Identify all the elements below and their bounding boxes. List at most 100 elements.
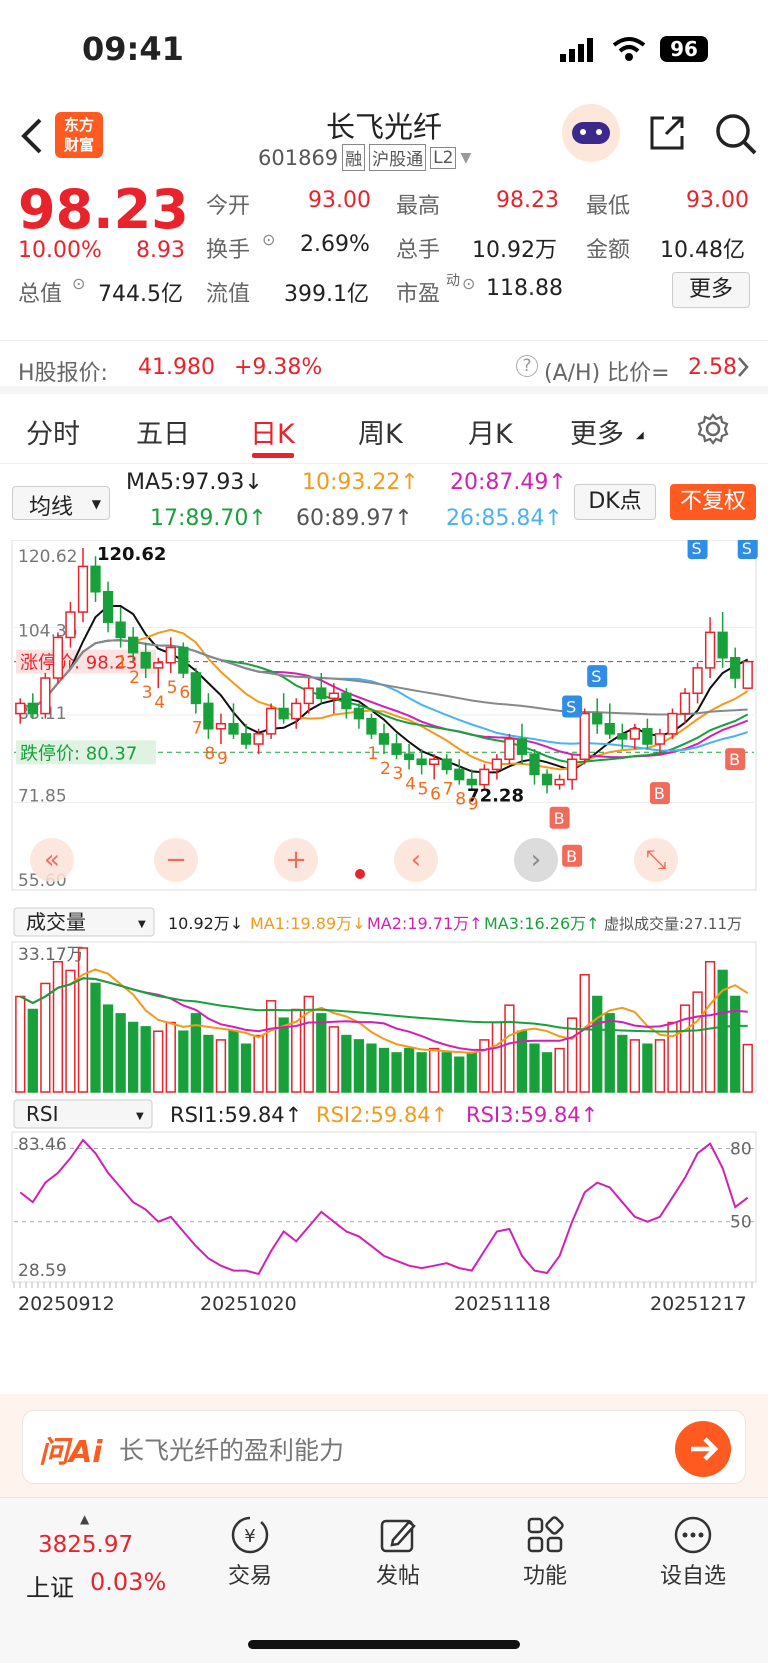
volume-bar xyxy=(429,1047,440,1093)
ai-robot-avatar[interactable] xyxy=(562,104,620,162)
rsi-bottom-label: 28.59 xyxy=(18,1261,67,1281)
info-icon[interactable]: ⊙ xyxy=(262,230,275,249)
float-label: 流值 xyxy=(206,282,251,307)
open-value: 93.00 xyxy=(308,188,371,213)
td-count: 1 xyxy=(367,744,378,764)
candle xyxy=(403,753,415,760)
chart-area[interactable]: 120.62104.3688.1171.8555.60涨停价: 98.23跌停价… xyxy=(0,540,768,1500)
tab-more[interactable]: 更多 xyxy=(570,412,624,451)
limit-down-label: 跌停价: 80.37 xyxy=(20,743,137,764)
buy-marker-label: B xyxy=(554,809,565,828)
candle xyxy=(366,717,377,735)
h-share-price: 41.980 xyxy=(138,355,215,380)
dk-point-button[interactable]: DK点 xyxy=(574,484,656,520)
more-button[interactable]: 更多 xyxy=(672,272,750,308)
h-share-pct: +9.38% xyxy=(234,355,323,380)
candle xyxy=(479,768,490,786)
candle xyxy=(667,712,678,735)
tab-watchlist[interactable]: 设自选 xyxy=(638,1512,748,1590)
ma-legend: 均线 ▼ MA5:97.93↓ 10:93.22↑ 20:87.49↑ 17:8… xyxy=(0,466,768,538)
ah-label: (A/H) 比价= xyxy=(544,361,670,386)
candle xyxy=(704,631,716,669)
ai-send-button[interactable] xyxy=(675,1421,731,1477)
candle xyxy=(228,722,239,735)
dropdown-icon: ▼ xyxy=(136,1111,144,1122)
volume-bar xyxy=(604,1013,615,1093)
candle xyxy=(491,758,503,771)
volume-bar xyxy=(165,1021,176,1093)
adjust-button[interactable]: 不复权 xyxy=(670,484,756,520)
td-count: 5 xyxy=(418,779,429,799)
td-count: 2 xyxy=(380,759,391,779)
candle xyxy=(378,733,390,745)
settings-gear-icon[interactable] xyxy=(696,412,730,450)
td-count: 4 xyxy=(405,774,416,794)
grid-icon xyxy=(490,1512,600,1558)
tab-daily-k[interactable]: 日K xyxy=(250,412,295,451)
tab-5day[interactable]: 五日 xyxy=(136,412,190,451)
help-icon[interactable]: ? xyxy=(516,355,538,377)
tab-post[interactable]: 发帖 xyxy=(343,1512,453,1590)
volume-bar xyxy=(454,1056,465,1093)
vol-ma3: MA3:16.26万↑ xyxy=(484,914,600,933)
td-count: 3 xyxy=(142,683,153,703)
candle xyxy=(717,631,728,659)
td-count: 6 xyxy=(179,683,190,703)
candle xyxy=(466,778,477,786)
volume-bar xyxy=(128,1021,139,1093)
candle xyxy=(278,707,289,720)
td-count: 4 xyxy=(154,693,165,713)
home-indicator xyxy=(248,1640,520,1649)
candle xyxy=(328,692,339,700)
volume-bar xyxy=(403,1047,415,1093)
volume-bar xyxy=(667,1021,678,1093)
candle xyxy=(316,687,327,700)
tab-monthly-k[interactable]: 月K xyxy=(468,412,513,451)
pe-sup: 动 xyxy=(446,273,460,289)
candle xyxy=(65,611,76,639)
info-icon[interactable]: ⊙ xyxy=(72,274,85,293)
info-icon[interactable]: ⊙ xyxy=(462,274,475,293)
search-icon[interactable] xyxy=(714,112,758,160)
volume-bar xyxy=(203,1034,214,1093)
volume-bar xyxy=(65,969,76,1093)
volume-bar xyxy=(491,1021,503,1093)
tab-intraday[interactable]: 分时 xyxy=(26,412,80,451)
volume-bar xyxy=(115,1013,126,1093)
candle xyxy=(52,636,64,679)
peak-label: 120.62 xyxy=(97,544,166,565)
volume-select-label: 成交量 xyxy=(26,910,86,934)
pe-label: 市盈 xyxy=(396,282,441,307)
nav-header: 东方 财富 长飞光纤 601869 融 沪股通 L2 ▼ xyxy=(0,100,768,180)
tab-functions[interactable]: 功能 xyxy=(490,1512,600,1590)
signal-icon xyxy=(560,38,594,66)
candle xyxy=(40,677,51,715)
dropdown-icon[interactable]: ▼ xyxy=(460,150,471,166)
rsi2-value: RSI2:59.84↑ xyxy=(316,1103,448,1127)
pe-value: 118.88 xyxy=(486,276,563,301)
candle xyxy=(341,692,352,710)
mktcap-value: 744.5亿 xyxy=(98,282,183,307)
tab-trade[interactable]: ¥ 交易 xyxy=(195,1512,305,1590)
volume-bar xyxy=(140,1026,151,1093)
volume-bar xyxy=(617,1034,628,1093)
candle xyxy=(692,667,703,695)
ai-input[interactable]: 问Ai 长飞光纤的盈利能力 xyxy=(22,1410,746,1484)
candle xyxy=(303,687,314,705)
dropdown-icon: ▼ xyxy=(91,497,101,511)
h-share-row[interactable]: H股报价: 41.980 +9.38% ? (A/H) 比价= 2.58 xyxy=(0,340,768,394)
share-icon[interactable] xyxy=(646,112,688,158)
indicator-select[interactable]: 均线 ▼ xyxy=(12,486,110,520)
date-label: 20251118 xyxy=(454,1293,551,1315)
tab-post-label: 发帖 xyxy=(375,1564,420,1589)
quote-panel: 98.23 10.00% 8.93 今开 93.00 最高 98.23 最低 9… xyxy=(0,178,768,340)
h-share-label: H股报价: xyxy=(18,361,108,386)
date-label: 20250912 xyxy=(18,1293,115,1315)
zoom-in-icon-glyph: + xyxy=(285,845,307,875)
tab-weekly-k[interactable]: 周K xyxy=(358,412,403,451)
vol-virtual: 虚拟成交量:27.11万 xyxy=(604,915,742,933)
volume-bar xyxy=(366,1043,377,1093)
volume-bar xyxy=(466,1052,477,1093)
status-time: 09:41 xyxy=(82,30,184,68)
dropdown-icon: ◢ xyxy=(636,430,644,441)
